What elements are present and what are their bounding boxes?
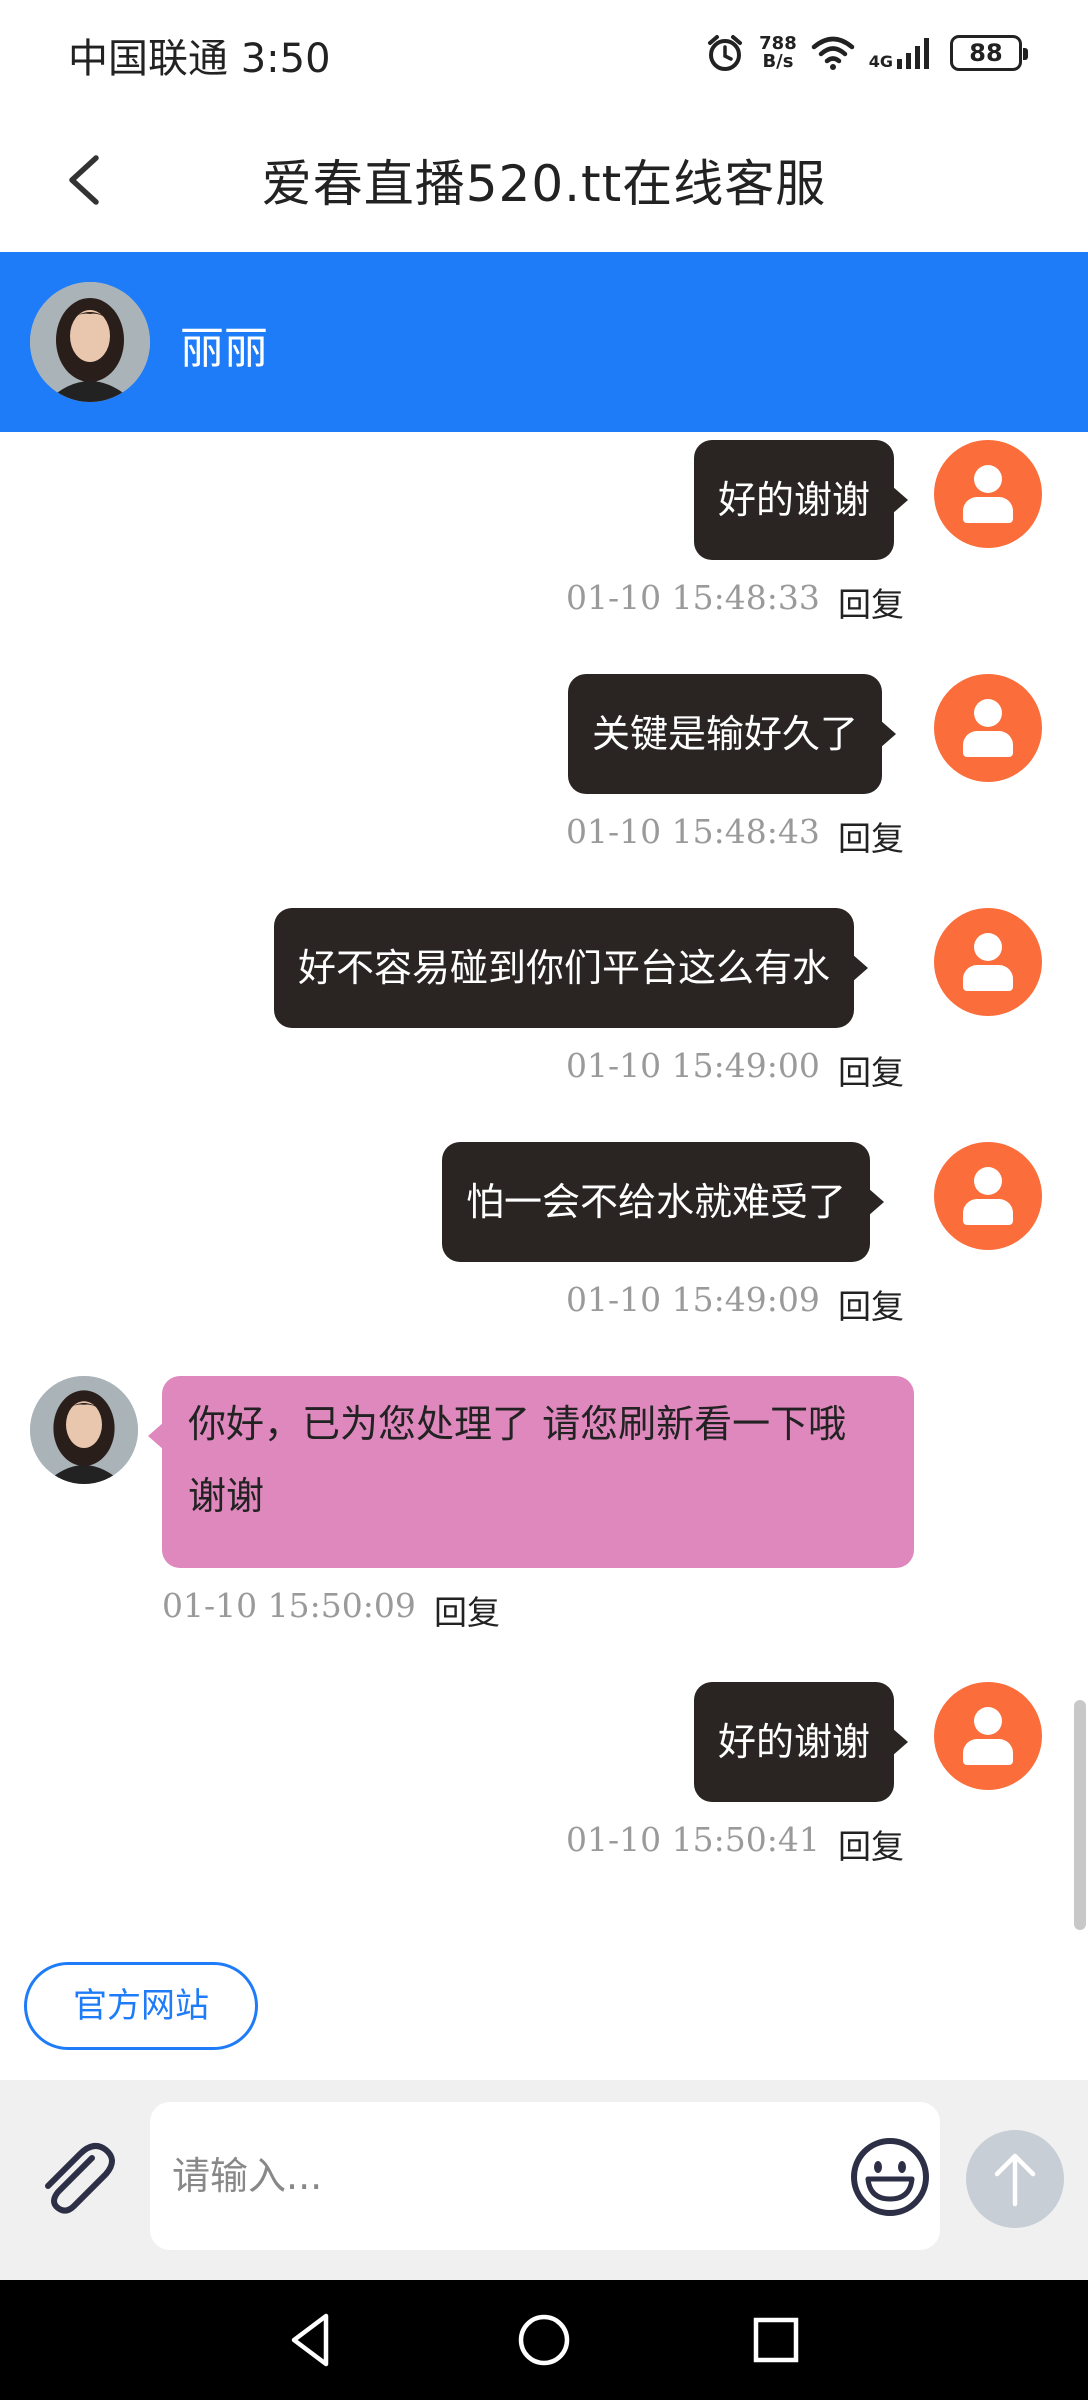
message-timestamp: 01-10 15:50:41 xyxy=(566,1820,820,1859)
status-bar: 中国联通 3:50 788 B/s 4G 88 xyxy=(0,0,1088,106)
alarm-icon xyxy=(708,35,743,71)
agent-photo-icon xyxy=(30,282,150,402)
user-avatar-icon xyxy=(934,908,1042,1016)
user-avatar-icon xyxy=(934,1682,1042,1790)
status-icons: 788 B/s 4G 88 xyxy=(705,28,1028,78)
reply-link[interactable]: 回复 xyxy=(434,1586,500,1634)
system-nav-bar xyxy=(0,2280,1088,2400)
title-bar: 爱春直播520.tt在线客服 xyxy=(0,106,1088,252)
battery-indicator: 88 xyxy=(950,35,1028,71)
paperclip-icon[interactable] xyxy=(34,2136,118,2220)
user-avatar-icon xyxy=(934,674,1042,782)
carrier-time: 中国联通 3:50 xyxy=(68,36,331,82)
nav-recents-icon[interactable] xyxy=(744,2308,808,2372)
input-bar xyxy=(0,2080,1088,2280)
agent-name: 丽丽 xyxy=(180,323,268,374)
message-timestamp: 01-10 15:50:09 xyxy=(162,1586,416,1625)
outgoing-message-bubble: 好的谢谢 xyxy=(694,1682,909,1802)
nav-home-icon[interactable] xyxy=(512,2308,576,2372)
agent-avatar xyxy=(30,282,150,402)
incoming-message-bubble: 你好，已为您处理了 请您刷新看一下哦 谢谢 xyxy=(148,1376,914,1568)
wifi-icon xyxy=(811,36,854,70)
message-timestamp: 01-10 15:48:33 xyxy=(566,578,820,617)
user-avatar-icon xyxy=(934,1142,1042,1250)
message-timestamp: 01-10 15:49:09 xyxy=(566,1280,820,1319)
reply-link[interactable]: 回复 xyxy=(838,1280,904,1328)
outgoing-message-bubble: 关键是输好久了 xyxy=(568,674,897,794)
arrow-up-icon xyxy=(994,2153,1036,2207)
outgoing-message-bubble: 好不容易碰到你们平台这么有水 xyxy=(274,908,869,1028)
message-timestamp: 01-10 15:49:00 xyxy=(566,1046,820,1085)
quick-links-row: 官方网站 xyxy=(0,1932,1088,2080)
outgoing-message-bubble: 怕一会不给水就难受了 xyxy=(442,1142,885,1262)
cell-signal: 4G xyxy=(869,35,936,71)
reply-link[interactable]: 回复 xyxy=(838,578,904,626)
emoji-icon[interactable] xyxy=(848,2135,932,2219)
reply-link[interactable]: 回复 xyxy=(838,812,904,860)
chat-scrollbar[interactable] xyxy=(1074,1700,1086,1930)
message-input[interactable] xyxy=(150,2102,940,2250)
signal-label: 4G xyxy=(868,52,893,71)
send-button[interactable] xyxy=(966,2130,1064,2228)
signal-bars-icon xyxy=(897,38,929,69)
net-speed-unit: B/s xyxy=(762,51,794,72)
agent-message-avatar xyxy=(30,1376,138,1484)
nav-back-icon[interactable] xyxy=(280,2308,344,2372)
message-timestamp: 01-10 15:48:43 xyxy=(566,812,820,851)
net-speed: 788 B/s xyxy=(759,35,797,71)
outgoing-message-bubble: 好的谢谢 xyxy=(694,440,909,560)
official-site-button[interactable]: 官方网站 xyxy=(24,1962,258,2050)
agent-photo-icon xyxy=(30,1376,138,1484)
user-avatar-icon xyxy=(934,440,1042,548)
reply-link[interactable]: 回复 xyxy=(838,1820,904,1868)
page-title: 爱春直播520.tt在线客服 xyxy=(261,155,827,213)
agent-bar: 丽丽 xyxy=(0,252,1088,432)
reply-link[interactable]: 回复 xyxy=(838,1046,904,1094)
